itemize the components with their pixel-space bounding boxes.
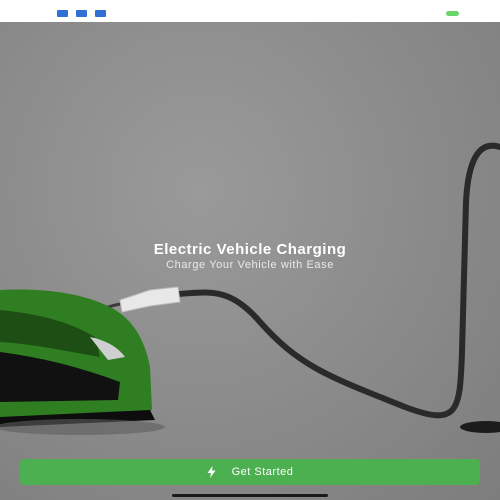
hero-title: Electric Vehicle Charging [153, 241, 347, 258]
hero-image: Electric Vehicle Charging Charge Your Ve… [0, 22, 500, 500]
lightning-bolt-icon [207, 466, 216, 478]
notification-icon [95, 10, 106, 17]
get-started-button[interactable]: Get Started [20, 459, 480, 485]
home-indicator[interactable] [172, 494, 328, 497]
notification-icon [57, 10, 68, 17]
charging-cable [175, 142, 500, 419]
charger-base [460, 421, 500, 433]
car-shadow [0, 419, 165, 435]
charging-plug [119, 286, 181, 313]
hero-subtitle: Charge Your Vehicle with Ease [166, 259, 334, 271]
notification-icon [76, 10, 87, 17]
status-bar [0, 0, 500, 22]
get-started-label: Get Started [231, 466, 294, 478]
battery-icon [446, 11, 459, 16]
